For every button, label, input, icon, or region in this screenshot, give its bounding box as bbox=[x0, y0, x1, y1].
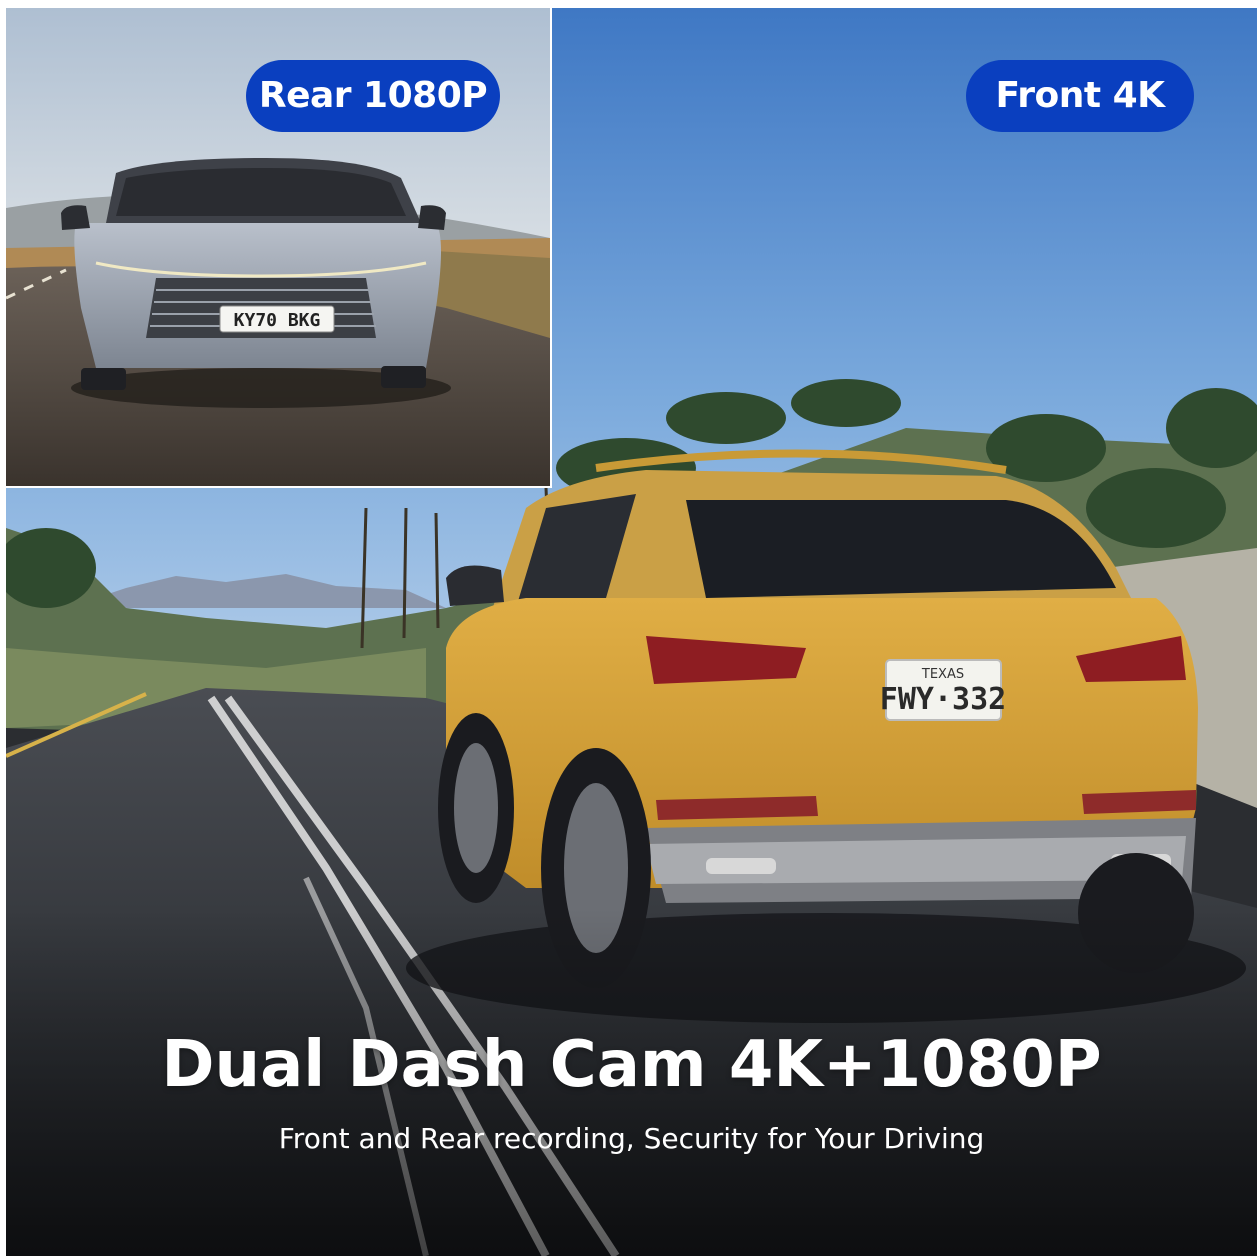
front-license-plate: TEXAS FWY·332 bbox=[880, 659, 1006, 721]
product-banner: TEXAS FWY·332 KY70 BKG Rear 1080P Front … bbox=[6, 8, 1257, 1256]
headline: Dual Dash Cam 4K+1080P bbox=[161, 1028, 1102, 1102]
rear-resolution-badge: Rear 1080P bbox=[246, 60, 500, 132]
rear-license-plate: KY70 BKG bbox=[219, 305, 335, 333]
plate-number: FWY·332 bbox=[880, 682, 1006, 717]
silver-sedan bbox=[61, 158, 451, 408]
subheadline: Front and Rear recording, Security for Y… bbox=[278, 1122, 985, 1155]
rear-plate-number: KY70 BKG bbox=[234, 310, 321, 331]
plate-state-label: TEXAS bbox=[921, 667, 964, 682]
front-resolution-badge: Front 4K bbox=[966, 60, 1194, 132]
